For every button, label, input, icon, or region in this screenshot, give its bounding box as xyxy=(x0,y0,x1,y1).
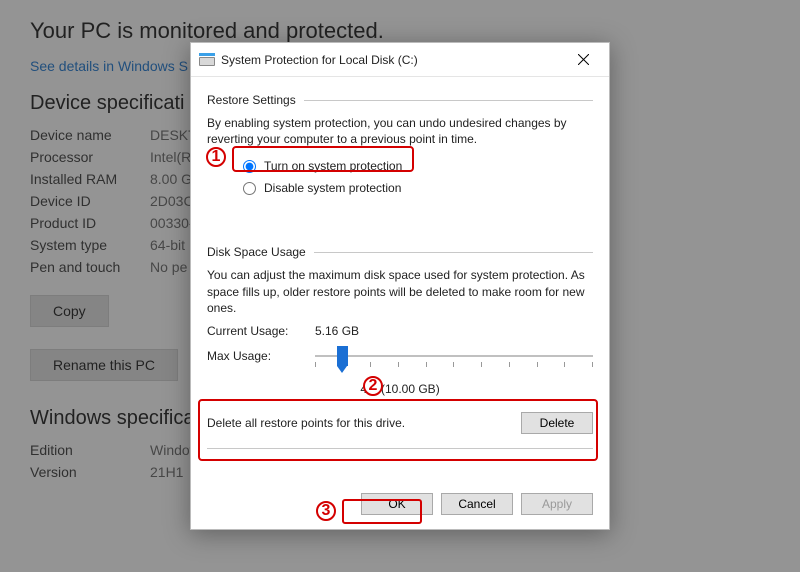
delete-button[interactable]: Delete xyxy=(521,412,593,434)
close-icon xyxy=(578,54,589,65)
current-usage-label: Current Usage: xyxy=(207,324,307,338)
max-usage-value: 4% (10.00 GB) xyxy=(207,382,593,396)
system-protection-dialog: System Protection for Local Disk (C:) Re… xyxy=(190,42,610,530)
divider xyxy=(207,448,593,449)
radio-disable-label: Disable system protection xyxy=(264,181,401,195)
disk-space-section: Disk Space Usage xyxy=(207,245,593,259)
current-usage-value: 5.16 GB xyxy=(315,324,359,338)
dialog-footer: OK Cancel Apply xyxy=(191,493,609,529)
max-usage-row: Max Usage: xyxy=(207,344,593,368)
apply-button: Apply xyxy=(521,493,593,515)
dialog-titlebar: System Protection for Local Disk (C:) xyxy=(191,43,609,77)
drive-icon xyxy=(199,53,215,67)
radio-disable[interactable]: Disable system protection xyxy=(243,177,593,199)
restore-description: By enabling system protection, you can u… xyxy=(207,115,593,147)
ok-button[interactable]: OK xyxy=(361,493,433,515)
radio-turn-on-label: Turn on system protection xyxy=(264,159,402,173)
max-usage-label: Max Usage: xyxy=(207,349,307,363)
delete-description: Delete all restore points for this drive… xyxy=(207,416,511,430)
disk-section-label: Disk Space Usage xyxy=(207,245,306,259)
restore-section-label: Restore Settings xyxy=(207,93,296,107)
dialog-title: System Protection for Local Disk (C:) xyxy=(221,53,561,67)
radio-disable-input[interactable] xyxy=(243,182,256,195)
current-usage-row: Current Usage: 5.16 GB xyxy=(207,324,593,338)
cancel-button[interactable]: Cancel xyxy=(441,493,513,515)
slider-thumb[interactable] xyxy=(337,346,348,366)
radio-turn-on-input[interactable] xyxy=(243,160,256,173)
max-usage-slider[interactable] xyxy=(315,344,593,368)
restore-settings-section: Restore Settings xyxy=(207,93,593,107)
radio-turn-on[interactable]: Turn on system protection xyxy=(243,155,593,177)
disk-description: You can adjust the maximum disk space us… xyxy=(207,267,593,316)
close-button[interactable] xyxy=(561,44,605,76)
